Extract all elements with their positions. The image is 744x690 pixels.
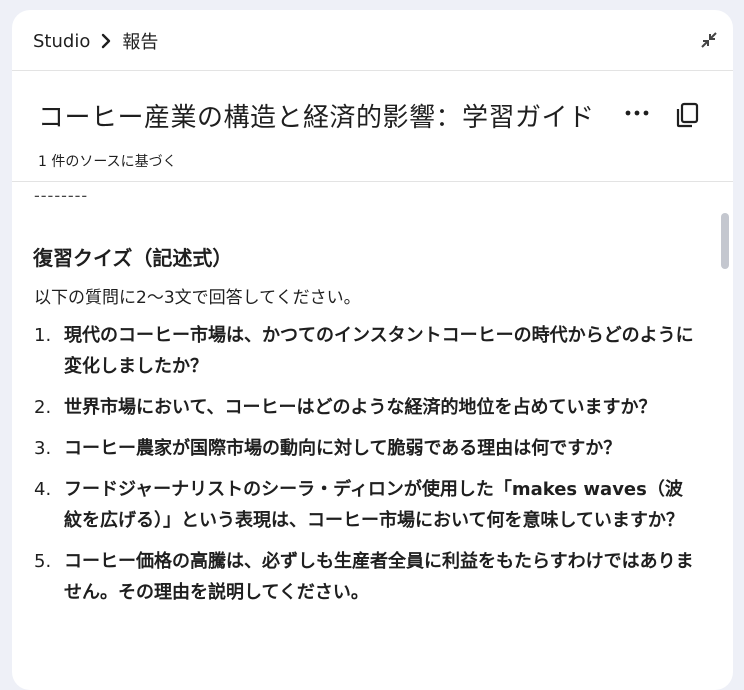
question-number: 2.	[34, 397, 52, 418]
question-text: 現代のコーヒー市場は、かつてのインスタントコーヒーの時代からどのように変化しまし…	[64, 325, 694, 377]
report-content: -------- 復習クイズ（記述式） 以下の質問に2〜3文で回答してください。…	[12, 182, 733, 690]
collapse-icon[interactable]	[699, 30, 719, 50]
question-list: 1. 現代のコーヒー市場は、かつてのインスタントコーヒーの時代からどのように変化…	[34, 320, 694, 618]
report-header: コーヒー産業の構造と経済的影響：学習ガイド 1 件のソースに基づく	[12, 71, 733, 182]
question-number: 4.	[34, 479, 52, 500]
question-number: 5.	[34, 551, 52, 572]
breadcrumb: Studio 報告	[33, 28, 158, 54]
question-text: フードジャーナリストのシーラ・ディロンが使用した「makes waves（波紋を…	[64, 479, 684, 531]
scrollbar-thumb[interactable]	[721, 213, 729, 269]
list-item: 1. 現代のコーヒー市場は、かつてのインスタントコーヒーの時代からどのように変化…	[34, 320, 694, 382]
question-number: 1.	[34, 325, 52, 346]
list-item: 4. フードジャーナリストのシーラ・ディロンが使用した「makes waves（…	[34, 474, 694, 536]
question-text: コーヒー農家が国際市場の動向に対して脆弱である理由は何ですか？	[64, 438, 622, 459]
report-panel: Studio 報告 コーヒー産業の構造と経済的影響：学習ガイド 1 件のソースに…	[12, 10, 733, 690]
text-divider: --------	[34, 186, 89, 205]
breadcrumb-studio[interactable]: Studio	[33, 31, 90, 52]
quiz-instructions: 以下の質問に2〜3文で回答してください。	[34, 288, 361, 308]
breadcrumb-current: 報告	[122, 32, 159, 53]
question-text: コーヒー価格の高騰は、必ずしも生産者全員に利益をもたらすわけではありません。その…	[64, 551, 694, 603]
question-number: 3.	[34, 438, 52, 459]
chevron-right-icon	[102, 33, 111, 49]
page-title: コーヒー産業の構造と経済的影響：学習ガイド	[38, 103, 595, 133]
more-horiz-icon[interactable]	[624, 107, 650, 119]
quiz-heading: 復習クイズ（記述式）	[33, 246, 233, 270]
copy-icon[interactable]	[674, 101, 700, 129]
source-count: 1 件のソースに基づく	[38, 154, 177, 170]
top-bar: Studio 報告	[12, 10, 733, 71]
list-item: 5. コーヒー価格の高騰は、必ずしも生産者全員に利益をもたらすわけではありません…	[34, 546, 694, 608]
question-text: 世界市場において、コーヒーはどのような経済的地位を占めていますか？	[64, 397, 657, 418]
list-item: 2. 世界市場において、コーヒーはどのような経済的地位を占めていますか？	[34, 392, 694, 423]
list-item: 3. コーヒー農家が国際市場の動向に対して脆弱である理由は何ですか？	[34, 433, 694, 464]
